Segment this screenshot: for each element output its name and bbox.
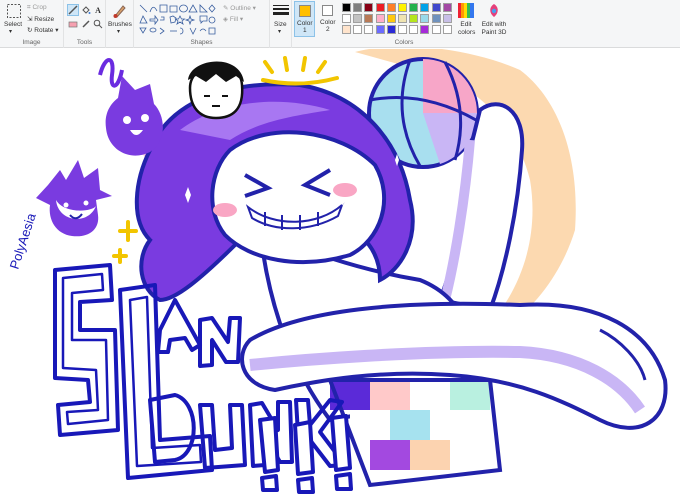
size-group: Size ▾ [270, 0, 292, 48]
paint3d-button[interactable]: Edit with Paint 3D [478, 21, 510, 37]
palette-swatch[interactable] [398, 14, 407, 23]
edit-colors-button[interactable]: Edit colors [458, 21, 475, 37]
palette-swatch[interactable] [364, 14, 374, 23]
palette-swatch[interactable] [409, 14, 419, 23]
palette-swatch[interactable] [398, 3, 407, 12]
palette-swatch[interactable] [431, 25, 441, 34]
color2-label: Color [320, 19, 336, 26]
palette-swatch[interactable] [386, 14, 396, 23]
color1-button[interactable]: Color 1 [294, 1, 315, 37]
palette-swatch[interactable] [420, 25, 430, 34]
shapes-gallery[interactable] [138, 3, 216, 36]
palette-swatch[interactable] [442, 14, 452, 23]
palette-swatch[interactable] [353, 14, 363, 23]
colors-group: Color 1 Color 2 Edit colors Edit with Pa… [292, 0, 516, 48]
colors-group-label: Colors [394, 39, 414, 46]
tools-group-label: Tools [76, 39, 93, 46]
checkered-shorts [327, 378, 503, 488]
palette-swatch[interactable] [342, 14, 351, 23]
image-group-label: Image [22, 39, 41, 46]
palette-swatch[interactable] [353, 3, 363, 12]
image-group: Select ▾ ⌗ Crop ⇲ Resize ↻ Rotate ▾ Imag… [0, 0, 64, 48]
palette-swatch[interactable] [431, 3, 441, 12]
chevron-down-icon[interactable]: ▾ [278, 28, 281, 35]
eraser-icon[interactable] [67, 18, 79, 30]
text-icon[interactable]: A [92, 4, 104, 16]
palette-swatch[interactable] [375, 25, 385, 34]
color1-index: 1 [303, 27, 307, 34]
palette-swatch[interactable] [398, 25, 407, 34]
artist-signature: PolyAesia [7, 211, 39, 271]
palette-swatch[interactable] [375, 14, 385, 23]
palette-swatch[interactable] [364, 25, 374, 34]
outline-button[interactable]: ✎ Outline ▾ [223, 4, 256, 12]
artwork: PolyAesia [7, 46, 668, 494]
select-icon[interactable] [6, 3, 22, 19]
color-palette [342, 3, 456, 35]
black-hair-boy-doodle [188, 61, 244, 120]
color2-button[interactable]: Color 2 [318, 1, 339, 37]
palette-swatch[interactable] [409, 3, 419, 12]
color1-swatch [299, 5, 311, 17]
palette-swatch[interactable] [442, 25, 452, 34]
palette-swatch[interactable] [342, 25, 351, 34]
palette-swatch[interactable] [420, 3, 430, 12]
paint3d-icon[interactable] [487, 3, 501, 18]
palette-swatch[interactable] [442, 3, 452, 12]
shapes-group-label: Shapes [190, 39, 213, 46]
palette-swatch[interactable] [375, 3, 385, 12]
brushes-group: Brushes ▾ [106, 0, 134, 48]
palette-swatch[interactable] [386, 3, 396, 12]
palette-swatch[interactable] [353, 25, 363, 34]
shapes-group: ✎ Outline ▾ ◈ Fill ▾ Shapes [134, 0, 270, 48]
chevron-down-icon[interactable]: ▾ [9, 28, 12, 35]
spiky-hair-boy-doodle [36, 160, 112, 237]
line-size-icon[interactable] [272, 4, 290, 18]
drawing-canvas[interactable]: PolyAesia [0, 46, 680, 495]
color-picker-icon[interactable] [80, 18, 92, 30]
rotate-button[interactable]: ↻ Rotate ▾ [27, 26, 59, 34]
palette-swatch[interactable] [431, 14, 441, 23]
edit-colors-icon[interactable] [458, 3, 474, 18]
size-button[interactable]: Size [274, 21, 287, 28]
palette-swatch[interactable] [342, 3, 351, 12]
select-button[interactable]: Select [4, 21, 22, 28]
brushes-button[interactable]: Brushes [108, 21, 132, 28]
magnifier-icon[interactable] [92, 18, 104, 30]
color2-swatch [322, 5, 333, 16]
palette-swatch[interactable] [409, 25, 419, 34]
palette-swatch[interactable] [386, 25, 396, 34]
palette-swatch[interactable] [364, 3, 374, 12]
fill-bucket-icon[interactable] [80, 4, 92, 16]
pencil-icon[interactable] [67, 4, 79, 16]
ribbon-toolbar: Select ▾ ⌗ Crop ⇲ Resize ↻ Rotate ▾ Imag… [0, 0, 680, 48]
palette-swatch[interactable] [420, 14, 430, 23]
fill-button[interactable]: ◈ Fill ▾ [223, 15, 243, 23]
crop-button[interactable]: ⌗ Crop [27, 4, 47, 12]
resize-button[interactable]: ⇲ Resize [27, 15, 54, 23]
color1-label: Color [297, 20, 313, 27]
cat-face-doodle [105, 76, 163, 156]
tools-group: A Tools [64, 0, 106, 48]
color2-index: 2 [326, 26, 330, 33]
brush-icon[interactable] [112, 3, 128, 19]
chevron-down-icon[interactable]: ▾ [117, 28, 120, 35]
